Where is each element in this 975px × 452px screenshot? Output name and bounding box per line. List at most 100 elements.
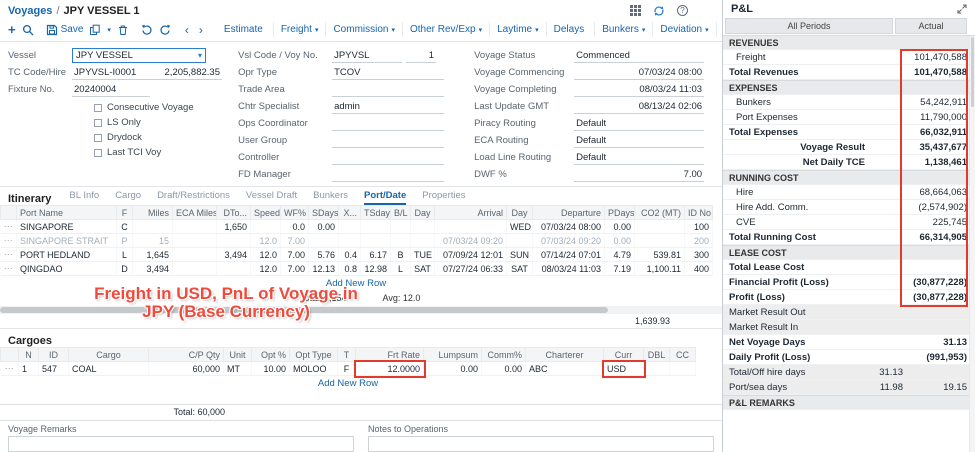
column-header[interactable]: Miles: [133, 206, 173, 220]
delete-icon[interactable]: [117, 24, 129, 36]
toolbar-button[interactable]: Delays: [547, 22, 596, 37]
breadcrumb-voyages-link[interactable]: Voyages: [8, 5, 52, 17]
itinerary-row[interactable]: ⋯ SINGAPORE C 1,650 0.0 0.00 WED 07/03/2…: [1, 220, 713, 234]
column-header[interactable]: Day: [507, 206, 533, 220]
column-header[interactable]: Comm%: [482, 348, 526, 362]
tc-code-field[interactable]: JPYVSL-I0001: [72, 66, 150, 80]
column-header[interactable]: Arrival: [435, 206, 507, 220]
fixture-no-field[interactable]: 20240004: [72, 83, 150, 97]
sync-icon[interactable]: [653, 5, 665, 17]
scrollbar-thumb[interactable]: [971, 37, 974, 107]
field-input[interactable]: admin: [332, 100, 444, 114]
toolbar-button[interactable]: Laytime▾: [490, 22, 547, 37]
column-header[interactable]: Day: [411, 206, 435, 220]
column-header[interactable]: X...: [339, 206, 361, 220]
itinerary-tab[interactable]: Port/Date: [364, 190, 406, 205]
column-header[interactable]: Lumpsum: [424, 348, 482, 362]
column-header[interactable]: [1, 348, 19, 362]
column-header[interactable]: Speed: [251, 206, 281, 220]
row-menu-icon[interactable]: ⋯: [1, 262, 17, 276]
column-header[interactable]: PDays: [605, 206, 635, 220]
save-button[interactable]: Save: [46, 24, 84, 36]
field-input[interactable]: 08/13/24 02:06: [574, 100, 704, 114]
field-input[interactable]: [332, 168, 444, 182]
field-input[interactable]: 08/03/24 11:03: [574, 83, 704, 97]
undo-icon[interactable]: [141, 24, 153, 36]
column-header[interactable]: ECA Miles: [173, 206, 217, 220]
toolbar-button[interactable]: Deviation▾: [653, 22, 716, 37]
vessel-select[interactable]: JPY VESSEL ▾: [72, 48, 206, 63]
checkbox[interactable]: Consecutive Voyage: [94, 100, 228, 115]
toolbar-button[interactable]: Bunkers▾: [595, 22, 653, 37]
itinerary-tab[interactable]: Properties: [422, 190, 465, 205]
itinerary-row[interactable]: ⋯ SINGAPORE STRAIT P 15 12.0 7.00 07/03/…: [1, 234, 713, 248]
voyage-remarks-input[interactable]: [8, 436, 354, 452]
checkbox[interactable]: Last TCI Voy: [94, 145, 228, 160]
itinerary-tab[interactable]: Draft/Restrictions: [157, 190, 230, 205]
field-input[interactable]: 7.00: [574, 168, 704, 182]
column-header[interactable]: Frt Rate: [356, 348, 424, 362]
cargoes-add-new-row-link[interactable]: Add New Row: [0, 376, 696, 391]
help-icon[interactable]: ?: [677, 5, 688, 16]
column-header[interactable]: Cargo: [69, 348, 149, 362]
column-header[interactable]: DTo...: [217, 206, 251, 220]
toolbar-button[interactable]: Commission▾: [326, 22, 403, 37]
field-input[interactable]: [332, 83, 444, 97]
column-header[interactable]: WF%: [281, 206, 309, 220]
checkbox-box[interactable]: [94, 134, 102, 142]
itinerary-tab[interactable]: Cargo: [115, 190, 141, 205]
row-menu-icon[interactable]: ⋯: [1, 362, 19, 376]
pl-scrollbar[interactable]: [969, 36, 975, 452]
field-input[interactable]: Commenced: [574, 49, 704, 63]
itinerary-row[interactable]: ⋯ QINGDAO D 3,494 12.0 7.00 12.13 0.8 12…: [1, 262, 713, 276]
checkbox-box[interactable]: [94, 119, 102, 127]
field-input[interactable]: Default: [574, 134, 704, 148]
column-header[interactable]: SDays: [309, 206, 339, 220]
itinerary-tab[interactable]: BL Info: [69, 190, 99, 205]
redo-icon[interactable]: [159, 24, 171, 36]
horizontal-scrollbar[interactable]: [0, 306, 723, 314]
scrollbar-thumb[interactable]: [0, 307, 608, 313]
column-header[interactable]: F: [117, 206, 133, 220]
itinerary-tab[interactable]: Bunkers: [313, 190, 348, 205]
field-input[interactable]: 07/03/24 08:00: [574, 66, 704, 80]
row-menu-icon[interactable]: ⋯: [1, 248, 17, 262]
next-icon[interactable]: ›: [197, 25, 205, 35]
copy-caret-icon[interactable]: ▾: [107, 26, 111, 34]
new-icon[interactable]: +: [8, 22, 16, 37]
itinerary-row[interactable]: ⋯ PORT HEDLAND L 1,645 3,494 12.0 7.00 5…: [1, 248, 713, 262]
column-header[interactable]: DBL: [644, 348, 670, 362]
checkbox[interactable]: Drydock: [94, 130, 228, 145]
column-header[interactable]: Charterer: [526, 348, 604, 362]
checkbox-box[interactable]: [94, 104, 102, 112]
column-header[interactable]: Unit: [224, 348, 252, 362]
column-header[interactable]: C/P Qty: [149, 348, 224, 362]
column-header[interactable]: Curr: [604, 348, 644, 362]
expand-icon[interactable]: [957, 4, 967, 14]
column-header[interactable]: Opt %: [252, 348, 290, 362]
column-header[interactable]: Departure: [533, 206, 605, 220]
pl-column-all-periods[interactable]: All Periods: [725, 18, 893, 34]
checkbox[interactable]: LS Only: [94, 115, 228, 130]
column-header[interactable]: T: [338, 348, 356, 362]
toolbar-button[interactable]: Freight▾: [274, 22, 327, 37]
toolbar-button[interactable]: Estimate: [217, 22, 274, 37]
apps-grid-icon[interactable]: [630, 5, 641, 16]
column-header[interactable]: CC: [670, 348, 696, 362]
prev-icon[interactable]: ‹: [183, 25, 191, 35]
column-header[interactable]: Port Name: [17, 206, 117, 220]
vsl-code-field[interactable]: JPYVSL: [332, 49, 402, 63]
column-header[interactable]: [1, 206, 17, 220]
field-input[interactable]: [332, 134, 444, 148]
tc-hire-field[interactable]: 2,205,882.35: [150, 66, 222, 80]
column-header[interactable]: Opt Type: [290, 348, 338, 362]
pl-column-actual[interactable]: Actual: [895, 18, 967, 34]
row-menu-icon[interactable]: ⋯: [1, 234, 17, 248]
column-header[interactable]: B/L: [391, 206, 411, 220]
itinerary-add-new-row-link[interactable]: Add New Row: [0, 276, 712, 291]
column-header[interactable]: CO2 (MT): [635, 206, 685, 220]
field-input[interactable]: TCOV: [332, 66, 444, 80]
copy-icon[interactable]: [89, 24, 101, 36]
itinerary-tab[interactable]: Vessel Draft: [246, 190, 297, 205]
field-input[interactable]: [332, 151, 444, 165]
